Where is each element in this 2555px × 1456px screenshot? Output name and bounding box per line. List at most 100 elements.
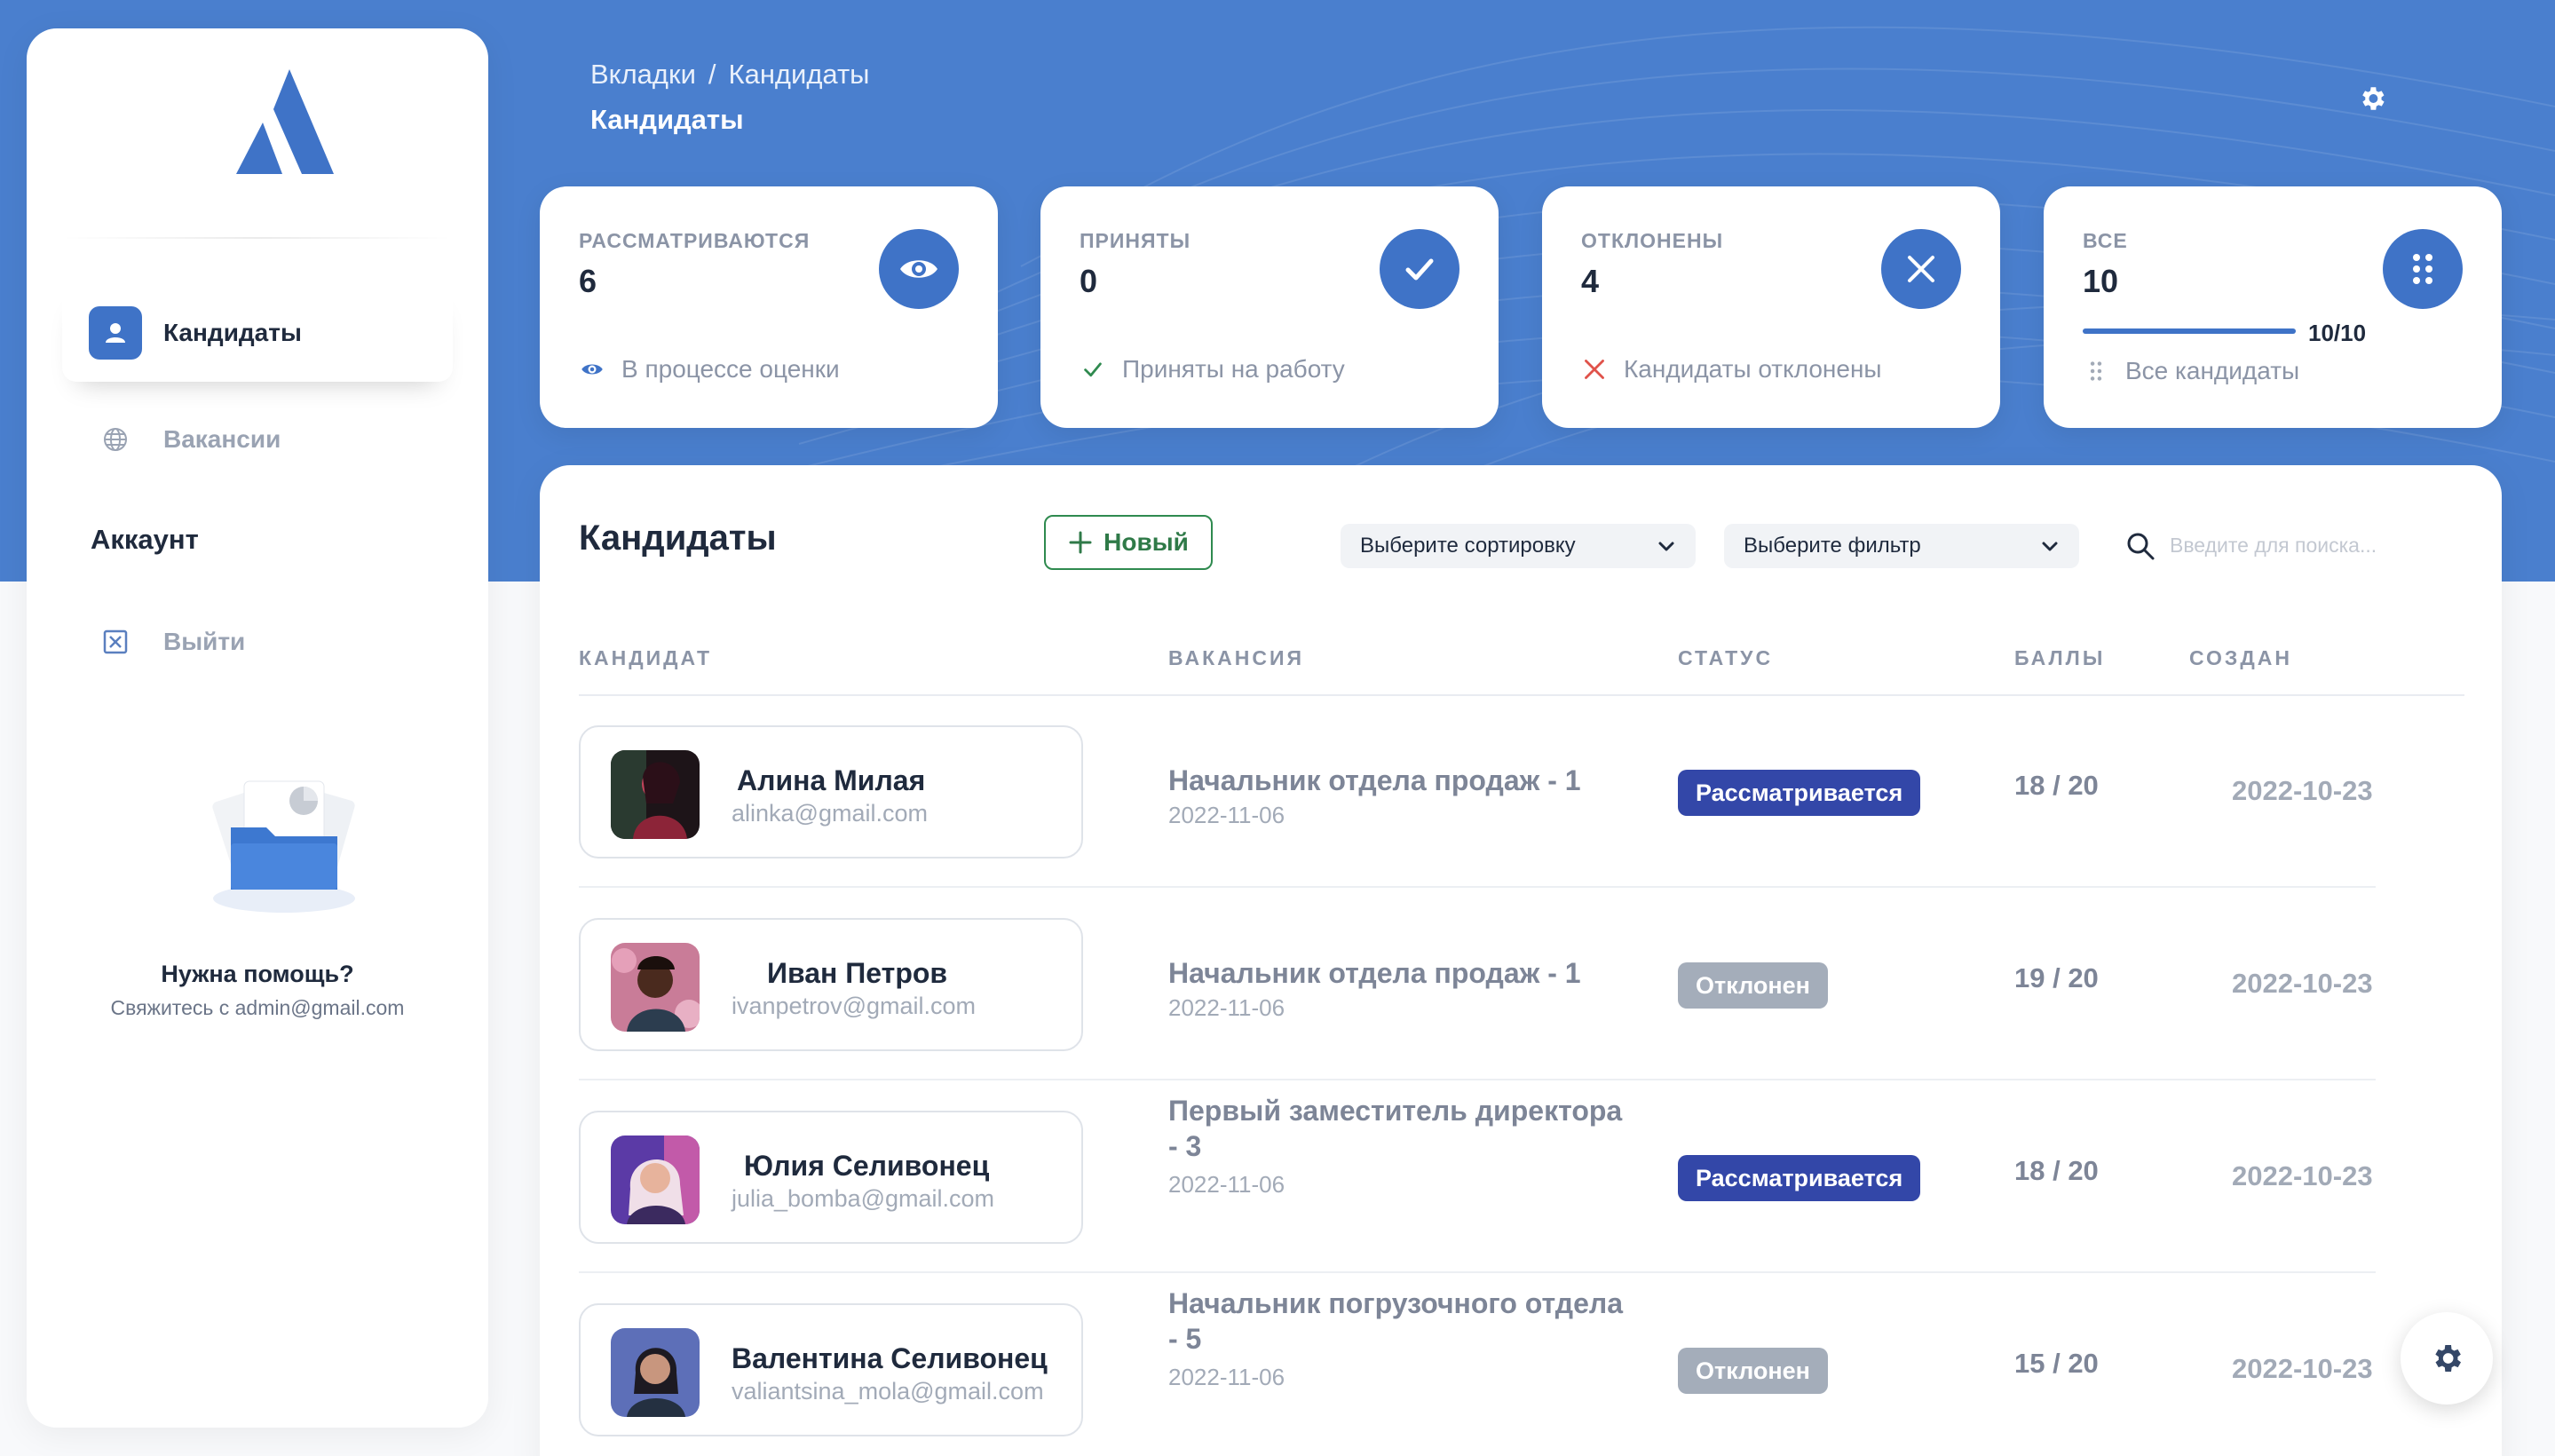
table-row[interactable]: Юлия Селивонец julia_bomba@gmail.com Пер… [579,1080,2464,1273]
stat-label: РАССМАТРИВАЮТСЯ [579,229,811,252]
stat-footer: В процессе оценки [579,355,840,384]
filter-select-value: Выберите фильтр [1744,534,1921,558]
sidebar-item-label: Кандидаты [163,319,302,346]
candidate-card[interactable]: Иван Петров ivanpetrov@gmail.com [579,918,1083,1051]
created-date: 2022-10-23 [2232,1353,2373,1384]
status-badge: Отклонен [1678,962,1828,1009]
status-badge: Отклонен [1678,1348,1828,1394]
logout-button[interactable]: Выйти [62,593,453,691]
progress-bar [2083,328,2296,334]
settings-fab-button[interactable] [2401,1312,2493,1405]
sidebar-item-candidates[interactable]: Кандидаты [62,284,453,382]
stat-footer: Кандидаты отклонены [1581,355,1882,384]
stat-footer-text: Приняты на работу [1122,355,1345,383]
close-square-icon [89,615,142,669]
stat-card-rejected[interactable]: ОТКЛОНЕНЫ 4 Кандидаты отклонены [1542,186,2000,428]
breadcrumb-item-current: Кандидаты [728,59,870,90]
close-icon [1881,229,1961,309]
plus-icon [1069,531,1092,554]
breadcrumb-separator: / [708,59,716,90]
column-header-candidate[interactable]: КАНДИДАТ [579,646,712,670]
candidate-email: julia_bomba@gmail.com [732,1185,995,1212]
candidate-email: valiantsina_mola@gmail.com [732,1378,1044,1405]
status-badge: Рассматривается [1678,1155,1921,1201]
stat-value: 0 [1080,263,1098,299]
vacancy-date: 2022-11-06 [1168,1171,1285,1198]
stat-card-accepted[interactable]: ПРИНЯТЫ 0 Приняты на работу [1040,186,1499,428]
new-button-label: Новый [1103,528,1189,556]
avatar [611,750,700,839]
stat-label: ВСЕ [2083,229,2128,252]
breadcrumb-item-tabs[interactable]: Вкладки [590,59,696,91]
sidebar-item-label: Вакансии [163,425,281,453]
stat-label: ОТКЛОНЕНЫ [1581,229,1724,252]
stat-footer: Все кандидаты [2083,357,2299,385]
vacancy-title[interactable]: Начальник погрузочного отдела - 5 [1168,1286,1630,1357]
folder-illustration-icon [195,765,373,925]
eye-icon [579,356,605,383]
stat-footer-text: В процессе оценки [621,355,840,383]
stat-label: ПРИНЯТЫ [1080,229,1191,252]
status-badge: Рассматривается [1678,770,1921,816]
stat-footer: Приняты на работу [1080,355,1345,384]
sidebar-item-vacancies[interactable]: Вакансии [62,391,453,488]
user-icon [89,306,142,360]
search-icon[interactable] [2125,531,2156,561]
table-row[interactable]: Иван Петров ivanpetrov@gmail.com Начальн… [579,888,2464,1080]
column-header-status[interactable]: СТАТУС [1678,646,1773,670]
gear-icon [2435,1345,2461,1372]
grid-dots-icon [2383,229,2463,309]
stat-value: 4 [1581,263,1600,299]
page-title: Кандидаты [590,104,744,135]
progress-fill [2083,328,2296,334]
grid-dots-icon [2083,358,2109,384]
globe-icon [89,413,142,466]
vacancy-title[interactable]: Начальник отдела продаж - 1 [1168,763,1630,798]
sidebar-divider [62,237,453,239]
panel-title: Кандидаты [579,518,777,558]
candidate-card[interactable]: Алина Милая alinka@gmail.com [579,725,1083,859]
candidate-name: Иван Петров [767,957,948,989]
table-row[interactable]: Алина Милая alinka@gmail.com Начальник о… [579,695,2464,888]
candidate-name: Юлия Селивонец [744,1150,990,1182]
stat-footer-text: Кандидаты отклонены [1624,355,1882,383]
triangle-logo-icon[interactable] [229,69,336,185]
created-date: 2022-10-23 [2232,775,2373,806]
candidate-name: Валентина Селивонец [732,1342,1048,1374]
score-value: 18 / 20 [2014,1155,2099,1186]
gear-icon[interactable] [2357,83,2387,114]
stat-footer-text: Все кандидаты [2125,357,2300,384]
sort-select[interactable]: Выберите сортировку [1341,524,1696,568]
new-candidate-button[interactable]: Новый [1044,515,1213,570]
table-row[interactable]: Валентина Селивонец valiantsina_mola@gma… [579,1273,2464,1456]
score-value: 15 / 20 [2014,1348,2099,1379]
candidate-card[interactable]: Валентина Селивонец valiantsina_mola@gma… [579,1303,1083,1436]
stat-card-reviewing[interactable]: РАССМАТРИВАЮТСЯ 6 В процессе оценки [540,186,998,428]
candidate-name: Алина Милая [737,764,926,796]
vacancy-date: 2022-11-06 [1168,994,1285,1021]
sidebar: Кандидаты Вакансии Аккаунт Выйти Нужна п… [27,28,488,1428]
chevron-down-icon [2042,542,2058,551]
column-header-score[interactable]: БАЛЛЫ [2014,646,2105,670]
vacancy-title[interactable]: Начальник отдела продаж - 1 [1168,955,1630,991]
help-contact[interactable]: Свяжитесь с admin@gmail.com [27,996,488,1020]
vacancy-title[interactable]: Первый заместитель директора - 3 [1168,1093,1630,1164]
help-title: Нужна помощь? [161,961,354,987]
candidate-email: alinka@gmail.com [732,800,928,827]
stat-value: 10 [2083,263,2119,299]
created-date: 2022-10-23 [2232,968,2373,999]
candidates-panel: Кандидаты Новый Выберите сортировку Выбе… [540,465,2502,1456]
sort-select-value: Выберите сортировку [1360,534,1576,558]
check-icon [1380,229,1459,309]
stat-value: 6 [579,263,597,299]
avatar [611,1136,700,1224]
candidate-card[interactable]: Юлия Селивонец julia_bomba@gmail.com [579,1111,1083,1244]
column-header-vacancy[interactable]: ВАКАНСИЯ [1168,646,1304,670]
stat-card-all[interactable]: ВСЕ 10 10/10 Все кандидаты [2044,186,2502,428]
created-date: 2022-10-23 [2232,1160,2373,1191]
search-input[interactable] [2170,526,2436,565]
close-icon [1581,356,1608,383]
breadcrumb: Вкладки / Кандидаты [590,59,869,91]
filter-select[interactable]: Выберите фильтр [1724,524,2079,568]
column-header-created[interactable]: СОЗДАН [2189,646,2292,670]
